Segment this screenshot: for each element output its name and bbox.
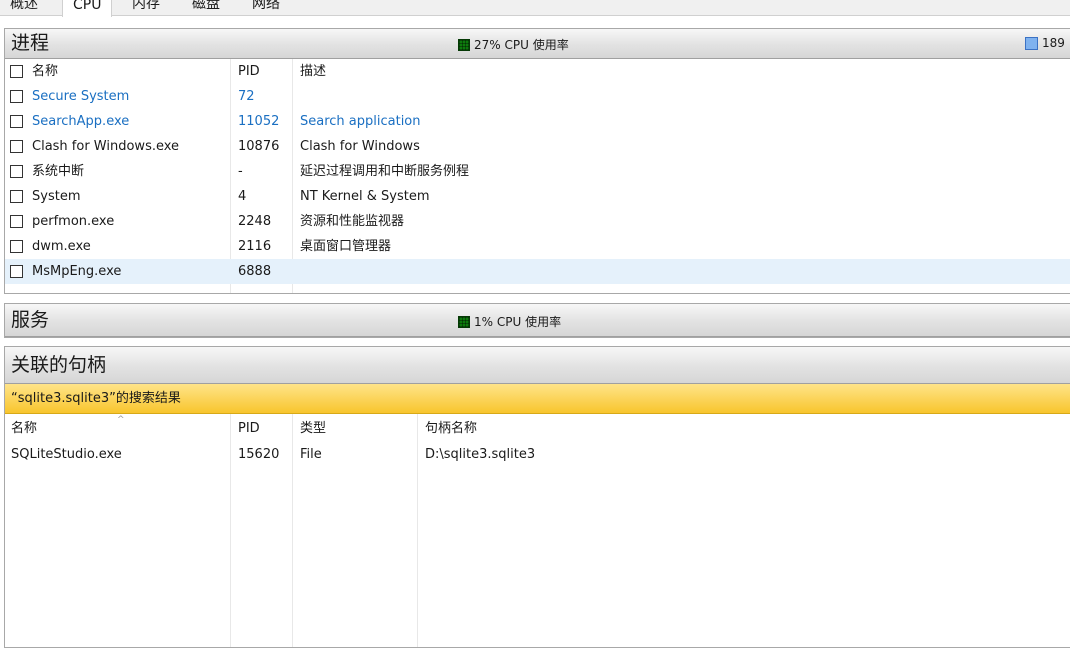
process-name: SearchApp.exe bbox=[32, 114, 130, 129]
process-description: Clash for Windows bbox=[300, 139, 420, 154]
services-title: 服务 bbox=[11, 309, 50, 331]
handle-pid: 15620 bbox=[238, 447, 280, 462]
row-checkbox[interactable] bbox=[10, 215, 23, 228]
table-row[interactable]: SearchApp.exe 11052 Search application bbox=[5, 109, 1070, 134]
tab-disk[interactable]: 磁盘 bbox=[182, 0, 230, 16]
processes-cpu-usage-text: 27% CPU 使用率 bbox=[474, 38, 569, 52]
row-checkbox[interactable] bbox=[10, 140, 23, 153]
processes-title: 进程 bbox=[11, 32, 50, 54]
process-description: Search application bbox=[300, 114, 421, 129]
handle-process-name: SQLiteStudio.exe bbox=[11, 447, 122, 462]
table-row[interactable]: dwm.exe 2116 桌面窗口管理器 bbox=[5, 234, 1070, 259]
process-description bbox=[300, 84, 1000, 109]
processes-panel: 进程 27% CPU 使用率 189 名称 PID 描述 Secure Syst… bbox=[4, 28, 1070, 294]
tab-memory[interactable]: 内存 bbox=[122, 0, 170, 16]
processes-header[interactable]: 进程 27% CPU 使用率 189 bbox=[5, 29, 1070, 59]
processes-cpu-usage: 27% CPU 使用率 bbox=[458, 36, 569, 53]
processes-column-header: 名称 PID 描述 bbox=[5, 59, 1070, 84]
tab-network[interactable]: 网络 bbox=[242, 0, 290, 16]
process-description: NT Kernel & System bbox=[300, 189, 430, 204]
services-cpu-usage: 1% CPU 使用率 bbox=[458, 313, 561, 330]
process-pid: 2248 bbox=[238, 214, 272, 229]
process-name: Clash for Windows.exe bbox=[32, 139, 180, 154]
handles-panel: 关联的句柄 “sqlite3.sqlite3”的搜索结果 ^ 名称 PID 类型… bbox=[4, 346, 1070, 648]
process-name: 系统中断 bbox=[32, 164, 85, 179]
table-row-selected[interactable]: MsMpEng.exe 6888 bbox=[5, 259, 1070, 284]
column-header-description[interactable]: 描述 bbox=[300, 59, 1000, 84]
process-pid: 6888 bbox=[238, 264, 272, 279]
process-name: System bbox=[32, 189, 81, 204]
cpu-graph-icon bbox=[458, 315, 470, 328]
process-pid: - bbox=[238, 164, 243, 179]
process-pid: 10876 bbox=[238, 139, 280, 154]
table-row[interactable]: System 4 NT Kernel & System bbox=[5, 184, 1070, 209]
column-header-name[interactable]: 名称 bbox=[32, 59, 230, 84]
column-header-pid[interactable]: PID bbox=[238, 416, 293, 441]
process-name: perfmon.exe bbox=[32, 214, 115, 229]
table-row[interactable]: 系统中断 - 延迟过程调用和中断服务例程 bbox=[5, 159, 1070, 184]
row-checkbox[interactable] bbox=[10, 240, 23, 253]
column-header-handle-name[interactable]: 句柄名称 bbox=[425, 416, 1025, 441]
process-pid: 11052 bbox=[238, 114, 280, 129]
handle-name: D:\sqlite3.sqlite3 bbox=[425, 447, 536, 462]
process-description: 桌面窗口管理器 bbox=[300, 239, 392, 254]
handles-column-header: ^ 名称 PID 类型 句柄名称 bbox=[5, 415, 1070, 441]
column-header-pid[interactable]: PID bbox=[238, 59, 293, 84]
process-pid: 72 bbox=[238, 89, 255, 104]
process-name: Secure System bbox=[32, 89, 130, 104]
tab-cpu[interactable]: CPU bbox=[62, 0, 113, 17]
handles-table: ^ 名称 PID 类型 句柄名称 SQLiteStudio.exe 15620 … bbox=[5, 414, 1070, 647]
table-row[interactable]: perfmon.exe 2248 资源和性能监视器 bbox=[5, 209, 1070, 234]
table-row[interactable]: Clash for Windows.exe 10876 Clash for Wi… bbox=[5, 134, 1070, 159]
row-checkbox[interactable] bbox=[10, 265, 23, 278]
row-checkbox[interactable] bbox=[10, 90, 23, 103]
process-name: MsMpEng.exe bbox=[32, 264, 122, 279]
row-checkbox[interactable] bbox=[10, 115, 23, 128]
process-name: dwm.exe bbox=[32, 239, 91, 254]
search-results-label: “sqlite3.sqlite3”的搜索结果 bbox=[11, 391, 181, 406]
table-row[interactable]: Secure System 72 bbox=[5, 84, 1070, 109]
services-panel: 服务 1% CPU 使用率 bbox=[4, 303, 1070, 338]
column-header-type[interactable]: 类型 bbox=[300, 416, 410, 441]
table-row[interactable]: SQLiteStudio.exe 15620 File D:\sqlite3.s… bbox=[5, 442, 1070, 467]
process-description: 延迟过程调用和中断服务例程 bbox=[300, 164, 470, 179]
services-header[interactable]: 服务 1% CPU 使用率 bbox=[5, 304, 1070, 337]
row-checkbox[interactable] bbox=[10, 165, 23, 178]
search-results-bar: “sqlite3.sqlite3”的搜索结果 bbox=[5, 384, 1070, 414]
services-cpu-usage-text: 1% CPU 使用率 bbox=[474, 315, 562, 329]
handles-header[interactable]: 关联的句柄 bbox=[5, 347, 1070, 384]
processes-table: 名称 PID 描述 Secure System 72 SearchApp.exe… bbox=[5, 59, 1070, 293]
tab-bar: 概述 CPU 内存 磁盘 网络 bbox=[0, 0, 1070, 17]
tab-overview[interactable]: 概述 bbox=[0, 0, 48, 16]
process-description bbox=[300, 259, 1000, 284]
column-header-name[interactable]: 名称 bbox=[11, 416, 211, 441]
handles-title: 关联的句柄 bbox=[11, 354, 107, 376]
process-pid: 4 bbox=[238, 189, 247, 204]
select-all-checkbox[interactable] bbox=[10, 65, 23, 78]
processes-memory-usage-text: 189 bbox=[1042, 36, 1065, 50]
process-pid: 2116 bbox=[238, 239, 272, 254]
handle-type: File bbox=[300, 447, 322, 462]
row-checkbox[interactable] bbox=[10, 190, 23, 203]
cpu-graph-icon bbox=[458, 38, 470, 51]
memory-graph-icon bbox=[1025, 36, 1038, 50]
process-description: 资源和性能监视器 bbox=[300, 214, 405, 229]
processes-memory-usage: 189 bbox=[1025, 36, 1065, 50]
